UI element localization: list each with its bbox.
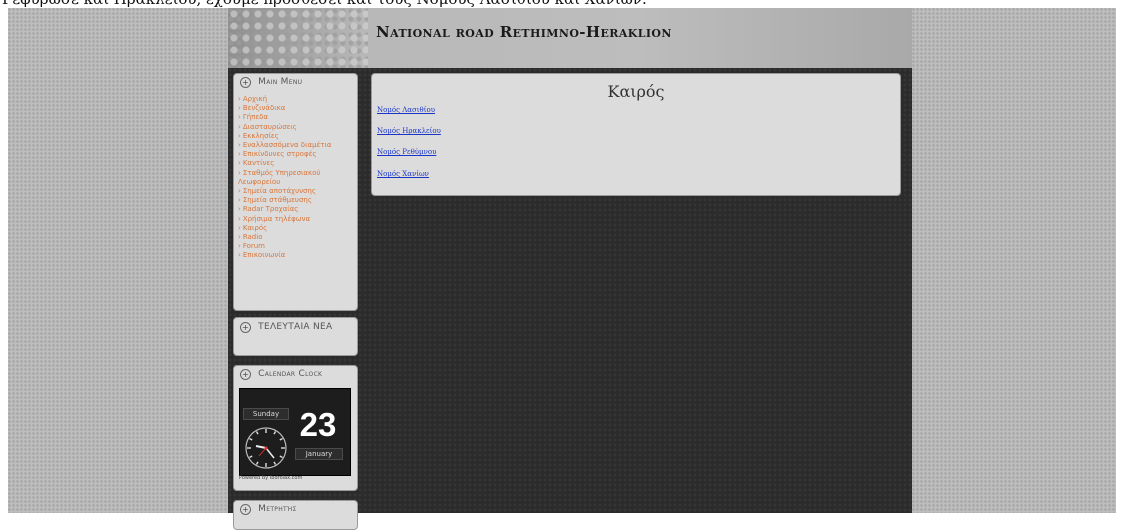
menu-item[interactable]: › Καντίνες (238, 159, 357, 168)
counter-box: + Μετρητής (233, 500, 358, 530)
latest-news-box: + ΤΕΛΕΥΤΑΙΑ ΝΕΑ (233, 317, 358, 356)
clock-day-number: 23 (299, 406, 337, 443)
link-heraklion[interactable]: Νομός Ηρακλείου (377, 127, 441, 135)
clock-day-name: Sunday (243, 408, 289, 420)
site-container: National road Rethimno-Heraklion + Main … (228, 8, 912, 530)
menu-item[interactable]: › Διασταυρώσεις (238, 123, 357, 132)
menu-item[interactable]: › Radar Τροχαίας (238, 205, 357, 214)
main-menu-header: + Main Menu (234, 74, 357, 91)
menu-item[interactable]: › Βενζινάδικα (238, 104, 357, 113)
menu-item[interactable]: › Επικίνδυνες στροφές (238, 150, 357, 159)
menu-item[interactable]: › Γήπεδα (238, 113, 357, 122)
menu-item[interactable]: › Εκκλησίες (238, 132, 357, 141)
main-menu-list: › Αρχική › Βενζινάδικα › Γήπεδα › Διασταυρώσ… (234, 91, 357, 261)
menu-item[interactable]: › Forum (238, 242, 357, 251)
link-rethymno[interactable]: Νομός Ρεθύμνου (377, 148, 436, 156)
main-menu-box: + Main Menu › Αρχική › Βενζινάδικα › Γήπεδα… (233, 73, 358, 311)
menu-item[interactable]: › Χρήσιμα τηλέφωνα (238, 215, 357, 224)
menu-item[interactable]: › Καιρός (238, 224, 357, 233)
menu-item[interactable]: › Αρχική (238, 95, 357, 104)
analog-clock-icon (245, 427, 287, 469)
calendar-clock-header: + Calendar Clock (234, 366, 357, 383)
calendar-clock-box: + Calendar Clock Sunday 23 January Power… (233, 365, 358, 491)
menu-item[interactable]: › Εναλλασσόμενα διαμέτια (238, 141, 357, 150)
menu-item[interactable]: › Σημεία στάθμευσης (238, 196, 357, 205)
latest-news-header: + ΤΕΛΕΥΤΑΙΑ ΝΕΑ (234, 318, 357, 336)
expand-icon[interactable]: + (240, 369, 251, 380)
latest-news-title: ΤΕΛΕΥΤΑΙΑ ΝΕΑ (258, 322, 333, 332)
menu-item[interactable]: › Σταθμός Υπηρεσιακού Λεωφορείου (238, 169, 338, 187)
page-title: Καιρός (607, 82, 665, 101)
link-chania[interactable]: Νομός Χανίων (377, 170, 429, 178)
browser-caption: Γεφύρωσε και Ηρακλείου, έχουμε προσθέσει… (0, 0, 1122, 8)
menu-item[interactable]: › Radio (238, 233, 357, 242)
menu-item[interactable]: › Σημεία αποτάχυνσης (238, 187, 357, 196)
content-box: Καιρός Νομός Λασιθίου Νομός Ηρακλείου Νο… (371, 73, 901, 196)
site-header: National road Rethimno-Heraklion (228, 8, 912, 68)
expand-icon[interactable]: + (240, 504, 251, 515)
main-menu-title: Main Menu (258, 77, 303, 87)
menu-item[interactable]: › Επικοινωνία (238, 251, 357, 260)
calendar-clock-widget: Sunday 23 January (239, 388, 351, 476)
clock-month: January (295, 448, 343, 460)
expand-icon[interactable]: + (240, 77, 251, 88)
site-title: National road Rethimno-Heraklion (376, 23, 672, 41)
header-logo-pattern (228, 8, 368, 68)
calendar-clock-title: Calendar Clock (258, 369, 323, 379)
link-lasithi[interactable]: Νομός Λασιθίου (377, 106, 435, 114)
expand-icon[interactable]: + (240, 322, 251, 333)
powered-by-text: Powered By Ibdrolax.com (239, 475, 303, 481)
counter-header: + Μετρητής (234, 501, 357, 518)
